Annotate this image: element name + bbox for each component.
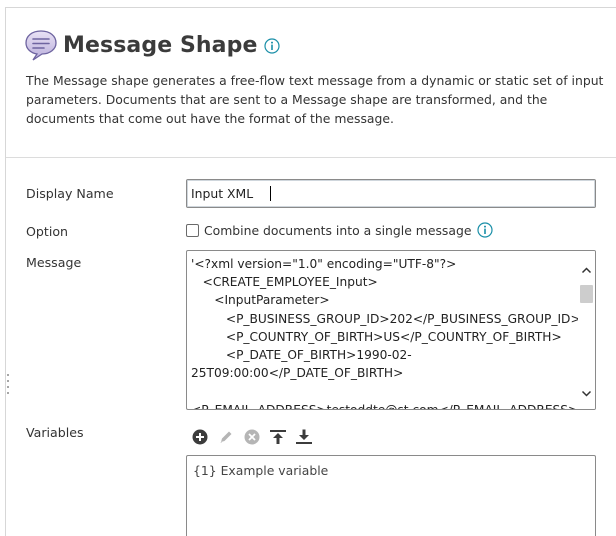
remove-variable-button[interactable] — [243, 428, 261, 446]
info-icon[interactable] — [477, 222, 494, 238]
panel-header: Message Shape — [24, 28, 280, 62]
variables-label: Variables — [26, 425, 84, 440]
combine-option: Combine documents into a single message — [186, 222, 494, 238]
message-shape-panel: Message Shape The Message shape generate… — [5, 7, 616, 536]
plus-circle-icon — [192, 429, 208, 445]
divider — [6, 157, 616, 158]
resize-grip[interactable] — [6, 374, 10, 394]
edit-variable-button[interactable] — [217, 428, 235, 446]
add-variable-button[interactable] — [191, 428, 209, 446]
page-title: Message Shape — [63, 32, 258, 58]
list-item[interactable]: {1} Example variable — [193, 463, 328, 478]
x-circle-icon — [244, 429, 260, 445]
move-to-bottom-button[interactable] — [295, 428, 313, 446]
shape-description: The Message shape generates a free-flow … — [26, 73, 604, 126]
pencil-icon — [220, 431, 232, 443]
message-content[interactable]: '<?xml version="1.0" encoding="UTF-8"?> … — [191, 255, 581, 409]
variables-list[interactable]: {1} Example variable — [186, 455, 596, 536]
chevron-up-icon[interactable] — [581, 265, 592, 276]
message-label: Message — [26, 255, 82, 270]
text-caret — [270, 186, 271, 201]
combine-documents-checkbox[interactable] — [186, 223, 199, 237]
display-name-label: Display Name — [26, 186, 114, 201]
display-name-input[interactable] — [186, 179, 596, 208]
scrollbar-thumb[interactable] — [580, 285, 593, 303]
move-to-bottom-icon — [296, 429, 312, 444]
chevron-down-icon[interactable] — [581, 388, 592, 399]
combine-documents-label[interactable]: Combine documents into a single message — [204, 223, 471, 238]
speech-bubble-icon — [25, 30, 57, 61]
info-icon[interactable] — [263, 38, 280, 54]
move-to-top-button[interactable] — [269, 428, 287, 446]
move-to-top-icon — [270, 430, 286, 444]
message-scrollbar[interactable] — [578, 251, 595, 409]
option-label: Option — [26, 224, 69, 239]
message-textarea[interactable]: '<?xml version="1.0" encoding="UTF-8"?> … — [186, 250, 596, 410]
variables-toolbar — [191, 428, 321, 446]
